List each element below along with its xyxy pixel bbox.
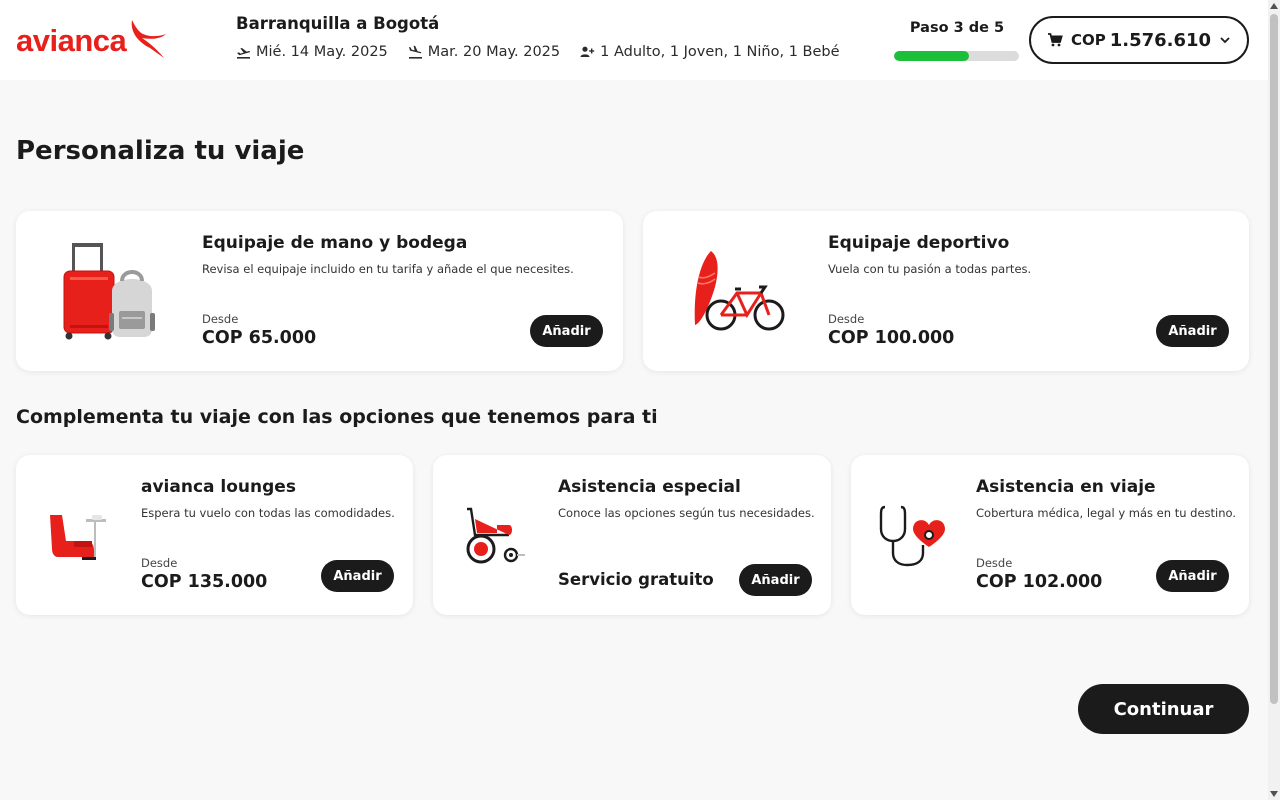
sports-from-label: Desde [828, 312, 865, 326]
passengers-icon [580, 46, 595, 57]
step-indicator: Paso 3 de 5 [909, 20, 1005, 36]
passengers-item: 1 Adulto, 1 Joven, 1 Niño, 1 Bebé [580, 44, 840, 60]
cart-currency: COP [1070, 31, 1106, 49]
scroll-up-arrow[interactable] [1270, 3, 1278, 9]
route-title: Barranquilla a Bogotá [236, 14, 440, 33]
special-free-service: Servicio gratuito [558, 570, 714, 589]
return-date-item: Mar. 20 May. 2025 [408, 44, 560, 60]
page-title: Personaliza tu viaje [16, 136, 305, 166]
luggage-illustration-icon [63, 243, 155, 340]
sports-price: COP 100.000 [828, 328, 955, 348]
step-progress-fill [894, 51, 969, 61]
lounges-card-title: avianca lounges [141, 477, 296, 497]
lounges-card[interactable]: avianca lounges Espera tu vuelo con toda… [16, 455, 413, 615]
luggage-card[interactable]: Equipaje de mano y bodega Revisa el equi… [16, 211, 623, 371]
departure-plane-icon [237, 48, 251, 59]
special-card-description: Conoce las opciones según tus necesidade… [558, 506, 815, 520]
lounges-add-button[interactable]: Añadir [321, 560, 394, 592]
avianca-bird-icon [131, 20, 167, 58]
travel-card-description: Cobertura médica, legal y más en tu dest… [976, 506, 1236, 520]
scroll-down-arrow[interactable] [1270, 791, 1278, 797]
logo-text: avianca [16, 23, 127, 58]
travel-add-button[interactable]: Añadir [1156, 560, 1229, 592]
scroll-thumb[interactable] [1270, 14, 1278, 704]
special-assistance-card[interactable]: Asistencia especial Conoce las opciones … [433, 455, 831, 615]
lounges-card-description: Espera tu vuelo con todas las comodidade… [141, 506, 395, 520]
step-progress-bar [894, 51, 1019, 61]
scrollbar[interactable] [1268, 0, 1280, 800]
luggage-card-description: Revisa el equipaje incluido en tu tarifa… [202, 262, 574, 276]
special-card-title: Asistencia especial [558, 477, 741, 497]
surfboard-bicycle-icon [694, 251, 785, 331]
return-date: Mar. 20 May. 2025 [427, 44, 561, 60]
travel-assistance-card[interactable]: Asistencia en viaje Cobertura médica, le… [851, 455, 1249, 615]
header: avianca Barranquilla a Bogotá Mié. 14 Ma… [0, 0, 1268, 80]
special-add-button[interactable]: Añadir [739, 564, 812, 596]
stethoscope-heart-icon [879, 505, 945, 567]
travel-card-title: Asistencia en viaje [976, 477, 1156, 497]
passengers-summary: 1 Adulto, 1 Joven, 1 Niño, 1 Bebé [600, 44, 840, 60]
luggage-card-title: Equipaje de mano y bodega [202, 233, 468, 253]
departure-date: Mié. 14 May. 2025 [256, 44, 388, 60]
luggage-add-button[interactable]: Añadir [530, 315, 603, 347]
luggage-from-label: Desde [202, 312, 239, 326]
sports-add-button[interactable]: Añadir [1156, 315, 1229, 347]
section-title: Complementa tu viaje con las opciones qu… [16, 406, 658, 428]
lounges-price: COP 135.000 [141, 572, 268, 592]
departure-date-item: Mié. 14 May. 2025 [236, 44, 388, 60]
sports-card-title: Equipaje deportivo [828, 233, 1010, 253]
lounges-from-label: Desde [141, 556, 178, 570]
avianca-logo[interactable]: avianca [16, 20, 168, 60]
luggage-price: COP 65.000 [202, 328, 317, 348]
continue-button[interactable]: Continuar [1078, 684, 1249, 734]
trip-meta: Mié. 14 May. 2025 Mar. 20 May. 2025 1 Ad… [236, 44, 860, 60]
travel-from-label: Desde [976, 556, 1013, 570]
cart-icon [1047, 33, 1063, 47]
arrival-plane-icon [408, 45, 422, 59]
sports-card-description: Vuela con tu pasión a todas partes. [828, 262, 1032, 276]
travel-price: COP 102.000 [976, 572, 1103, 592]
cart-total-button[interactable]: COP 1.576.610 [1029, 16, 1249, 64]
lounge-chair-icon [50, 515, 106, 560]
wheelchair-icon [466, 507, 525, 564]
chevron-down-icon [1220, 37, 1230, 44]
cart-amount: 1.576.610 [1109, 29, 1212, 51]
sports-luggage-card[interactable]: Equipaje deportivo Vuela con tu pasión a… [643, 211, 1249, 371]
